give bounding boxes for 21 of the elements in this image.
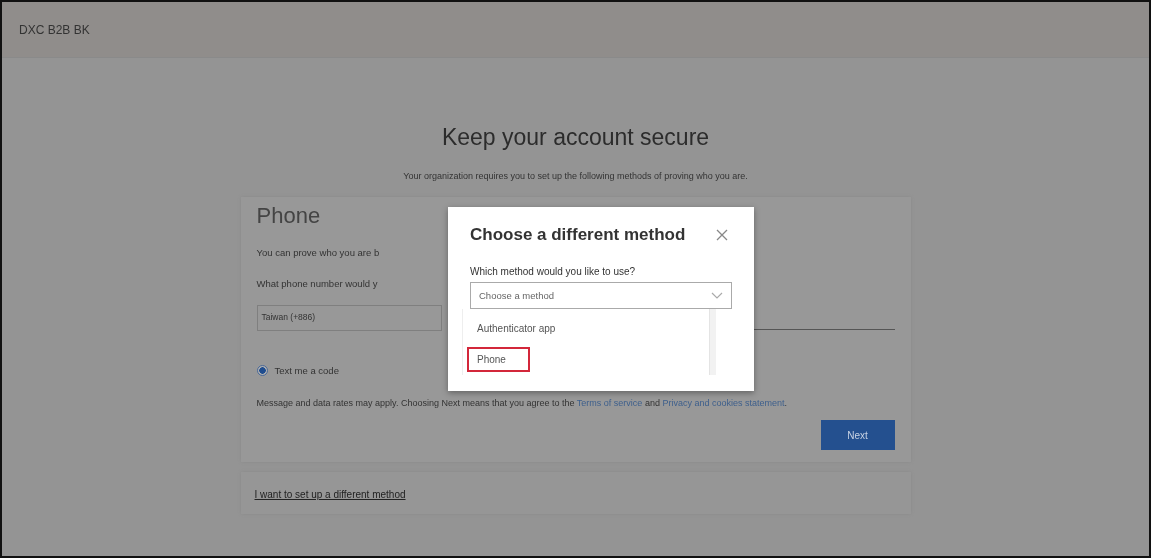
page-title: Keep your account secure [441,124,710,151]
dialog-title: Choose a different method [470,225,686,245]
radio-label: Text me a code [274,365,339,376]
terms-notice: Message and data rates may apply. Choosing Next means that you agree to the Terms of service and Privacy and cookies statement. [256,397,788,410]
next-button[interactable]: Next [820,420,895,450]
scrollbar[interactable] [709,309,716,375]
method-select[interactable]: Choose a method [470,282,732,309]
intro-text: You can prove who you are b [256,247,380,258]
country-select[interactable]: Taiwan (+886) [256,305,442,331]
phone-question: What phone number would y [256,278,378,289]
method-option[interactable]: Phone [469,349,528,370]
card-title: Phone [256,203,322,229]
different-method-link[interactable]: I want to set up a different method [254,489,406,500]
radio-button[interactable] [256,365,268,376]
chevron-down-icon [711,292,723,299]
page-subtitle: Your organization requires you to set up the following methods of proving who you are. [403,171,748,181]
select-placeholder: Choose a method [479,290,554,301]
method-question: Which method would you like to use? [470,266,637,277]
organization-name: DXC B2B BK [19,22,90,37]
method-option[interactable]: Authenticator app [469,318,564,339]
close-icon[interactable] [716,229,728,241]
